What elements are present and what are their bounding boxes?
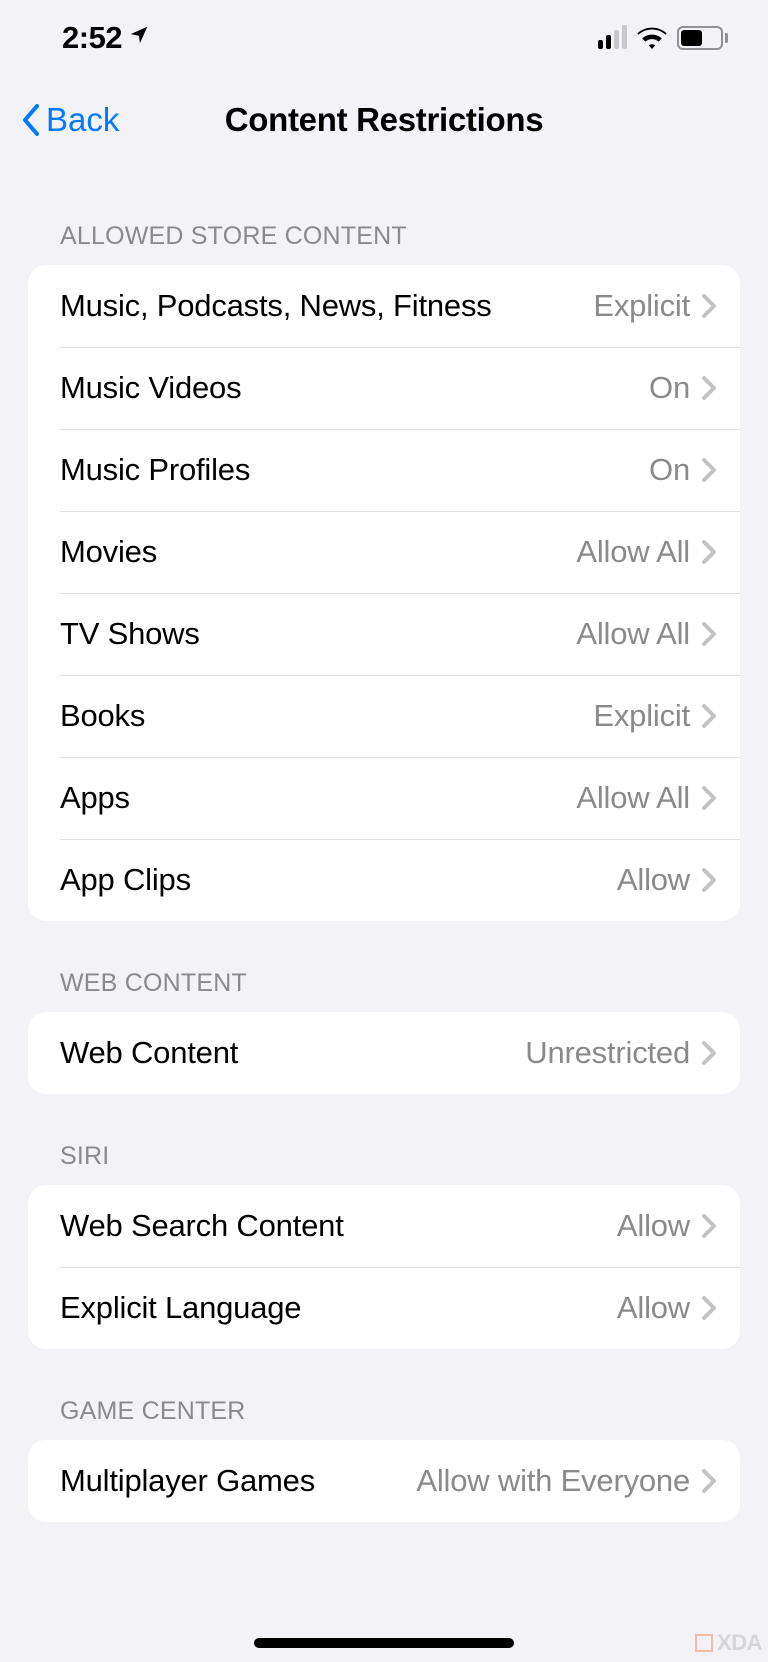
location-icon — [128, 24, 150, 46]
wifi-icon — [637, 27, 667, 49]
row-label: TV Shows — [60, 616, 576, 652]
row-label: Books — [60, 698, 593, 734]
chevron-right-icon — [702, 294, 716, 318]
chevron-right-icon — [702, 704, 716, 728]
group-game-center: Multiplayer Games Allow with Everyone — [28, 1440, 740, 1522]
chevron-left-icon — [20, 102, 42, 138]
chevron-right-icon — [702, 1296, 716, 1320]
row-label: Music Videos — [60, 370, 649, 406]
row-label: Movies — [60, 534, 576, 570]
row-music-videos[interactable]: Music Videos On — [28, 347, 740, 429]
section-header: ALLOWED STORE CONTENT — [28, 222, 740, 265]
row-value: Allow — [617, 862, 690, 898]
row-tv-shows[interactable]: TV Shows Allow All — [28, 593, 740, 675]
row-value: On — [649, 370, 690, 406]
section-web-content: WEB CONTENT Web Content Unrestricted — [28, 969, 740, 1094]
section-allowed-store: ALLOWED STORE CONTENT Music, Podcasts, N… — [28, 222, 740, 921]
row-value: Allow All — [576, 780, 690, 816]
row-label: Apps — [60, 780, 576, 816]
row-label: Music, Podcasts, News, Fitness — [60, 288, 593, 324]
row-multiplayer-games[interactable]: Multiplayer Games Allow with Everyone — [28, 1440, 740, 1522]
back-button[interactable]: Back — [20, 101, 119, 139]
row-label: Music Profiles — [60, 452, 649, 488]
chevron-right-icon — [702, 540, 716, 564]
home-indicator[interactable] — [254, 1638, 514, 1648]
battery-icon — [677, 26, 728, 50]
row-app-clips[interactable]: App Clips Allow — [28, 839, 740, 921]
row-movies[interactable]: Movies Allow All — [28, 511, 740, 593]
row-value: Allow with Everyone — [416, 1463, 690, 1499]
section-header: GAME CENTER — [28, 1397, 740, 1440]
row-value: Unrestricted — [525, 1035, 690, 1071]
row-value: Explicit — [593, 698, 690, 734]
group-siri: Web Search Content Allow Explicit Langua… — [28, 1185, 740, 1349]
row-music-podcasts[interactable]: Music, Podcasts, News, Fitness Explicit — [28, 265, 740, 347]
row-web-content[interactable]: Web Content Unrestricted — [28, 1012, 740, 1094]
section-siri: SIRI Web Search Content Allow Explicit L… — [28, 1142, 740, 1349]
row-label: App Clips — [60, 862, 617, 898]
chevron-right-icon — [702, 1469, 716, 1493]
row-value: Allow — [617, 1290, 690, 1326]
row-label: Web Content — [60, 1035, 525, 1071]
chevron-right-icon — [702, 458, 716, 482]
row-apps[interactable]: Apps Allow All — [28, 757, 740, 839]
row-label: Multiplayer Games — [60, 1463, 416, 1499]
chevron-right-icon — [702, 868, 716, 892]
chevron-right-icon — [702, 376, 716, 400]
row-explicit-language[interactable]: Explicit Language Allow — [28, 1267, 740, 1349]
row-label: Explicit Language — [60, 1290, 617, 1326]
group-web-content: Web Content Unrestricted — [28, 1012, 740, 1094]
chevron-right-icon — [702, 1214, 716, 1238]
row-value: Allow — [617, 1208, 690, 1244]
row-value: Explicit — [593, 288, 690, 324]
section-game-center: GAME CENTER Multiplayer Games Allow with… — [28, 1397, 740, 1522]
status-bar: 2:52 — [0, 0, 768, 76]
row-books[interactable]: Books Explicit — [28, 675, 740, 757]
cellular-signal-icon — [598, 27, 627, 49]
status-time: 2:52 — [62, 20, 122, 56]
row-value: Allow All — [576, 534, 690, 570]
back-label: Back — [46, 101, 119, 139]
navigation-bar: Back Content Restrictions — [0, 76, 768, 164]
section-header: WEB CONTENT — [28, 969, 740, 1012]
chevron-right-icon — [702, 1041, 716, 1065]
chevron-right-icon — [702, 786, 716, 810]
row-value: On — [649, 452, 690, 488]
watermark: XDA — [695, 1630, 762, 1656]
group-allowed-store: Music, Podcasts, News, Fitness Explicit … — [28, 265, 740, 921]
chevron-right-icon — [702, 622, 716, 646]
row-web-search-content[interactable]: Web Search Content Allow — [28, 1185, 740, 1267]
row-label: Web Search Content — [60, 1208, 617, 1244]
section-header: SIRI — [28, 1142, 740, 1185]
row-value: Allow All — [576, 616, 690, 652]
row-music-profiles[interactable]: Music Profiles On — [28, 429, 740, 511]
